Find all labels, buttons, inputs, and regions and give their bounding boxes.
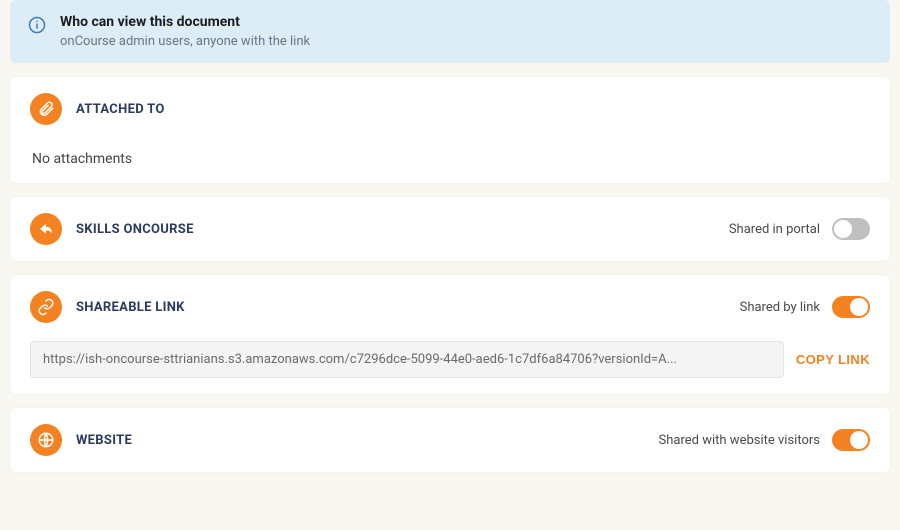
skills-title: SKILLS ONCOURSE [76,222,194,237]
shareable-toggle-wrap: Shared by link [740,296,870,318]
website-toggle[interactable] [832,429,870,451]
copy-link-button[interactable]: COPY LINK [796,352,870,367]
website-header: WEBSITE Shared with website visitors [30,424,870,456]
info-title: Who can view this document [60,14,310,30]
info-subtitle: onCourse admin users, anyone with the li… [60,34,310,49]
website-toggle-label: Shared with website visitors [659,433,820,448]
attached-title: ATTACHED TO [76,102,165,117]
shareable-title: SHAREABLE LINK [76,300,185,315]
share-arrow-icon [30,213,62,245]
shareable-toggle-label: Shared by link [740,300,820,315]
skills-toggle-wrap: Shared in portal [729,218,870,240]
website-card: WEBSITE Shared with website visitors [10,408,890,472]
link-icon [30,291,62,323]
website-toggle-wrap: Shared with website visitors [659,429,870,451]
shareable-header: SHAREABLE LINK Shared by link [30,291,870,323]
skills-card: SKILLS ONCOURSE Shared in portal [10,197,890,261]
info-icon [28,16,46,34]
globe-icon [30,424,62,456]
shareable-toggle[interactable] [832,296,870,318]
skills-toggle-label: Shared in portal [729,222,820,237]
info-text: Who can view this document onCourse admi… [60,14,310,49]
attached-card: ATTACHED TO No attachments [10,77,890,183]
attached-header: ATTACHED TO [30,93,870,125]
attached-body: No attachments [32,151,870,167]
website-title: WEBSITE [76,433,132,448]
info-panel: Who can view this document onCourse admi… [10,0,890,63]
skills-toggle[interactable] [832,218,870,240]
paperclip-icon [30,93,62,125]
shareable-url-field[interactable]: https://ish-oncourse-sttrianians.s3.amaz… [30,341,784,378]
shareable-card: SHAREABLE LINK Shared by link https://is… [10,275,890,394]
skills-header: SKILLS ONCOURSE Shared in portal [30,213,870,245]
shareable-link-row: https://ish-oncourse-sttrianians.s3.amaz… [30,341,870,378]
